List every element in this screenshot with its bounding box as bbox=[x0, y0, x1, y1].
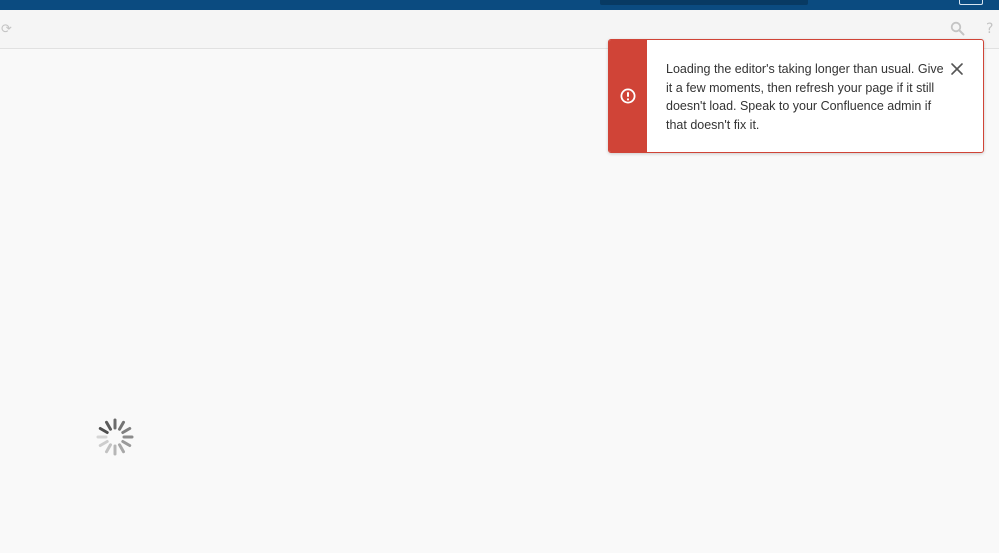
refresh-icon[interactable]: ⟳ bbox=[1, 23, 12, 36]
spinner-icon bbox=[96, 418, 134, 456]
error-flag: Loading the editor's taking longer than … bbox=[608, 39, 984, 153]
app-header bbox=[0, 0, 999, 10]
search-icon[interactable] bbox=[950, 21, 965, 39]
error-icon bbox=[620, 88, 636, 104]
flag-message: Loading the editor's taking longer than … bbox=[666, 62, 944, 132]
close-icon[interactable] bbox=[949, 61, 965, 77]
header-avatar[interactable] bbox=[959, 0, 983, 5]
header-search-field[interactable] bbox=[600, 0, 808, 5]
help-icon[interactable]: ? bbox=[986, 22, 993, 36]
flag-stripe bbox=[609, 40, 647, 152]
